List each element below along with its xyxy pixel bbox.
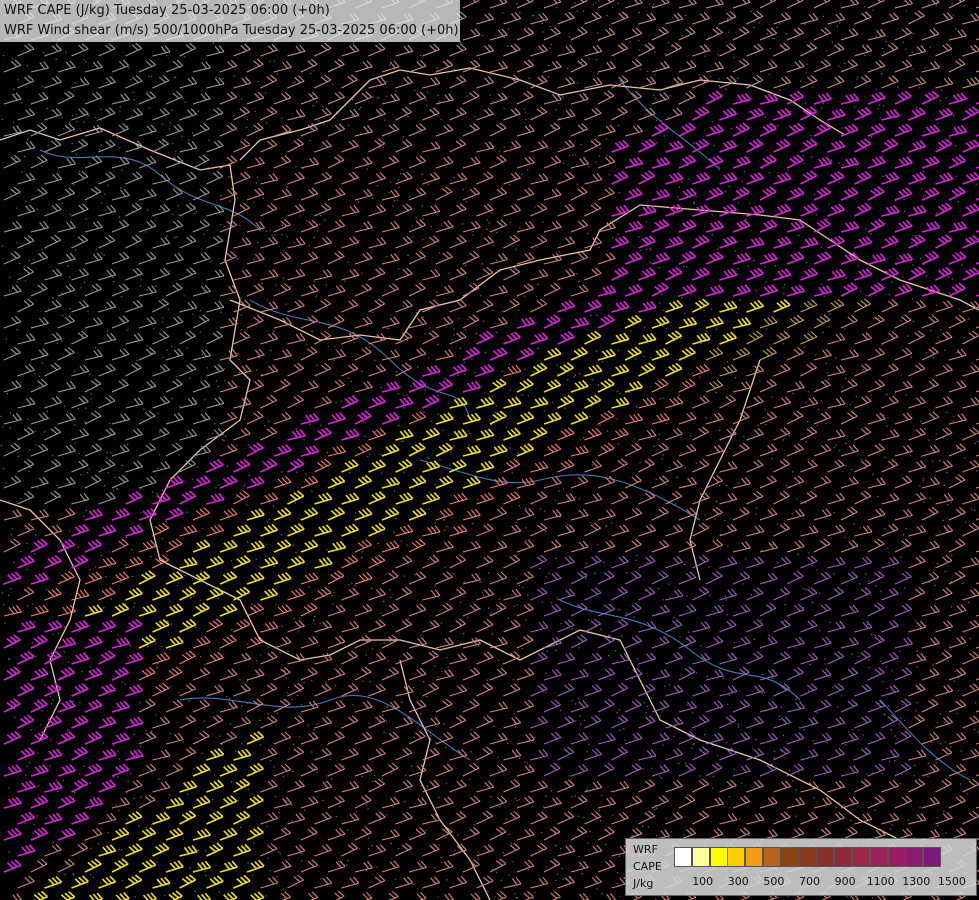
legend-tick-label: 1100 bbox=[866, 875, 895, 888]
cape-legend: WRF CAPE J/kg 100 300 500 700 900 1100 1300 150… bbox=[625, 838, 977, 896]
legend-tick-label: 100 bbox=[692, 875, 714, 888]
wind-shear-title: WRF Wind shear (m/s) 500/1000hPa Tuesday… bbox=[4, 23, 459, 38]
legend-swatch bbox=[887, 847, 906, 867]
legend-swatch bbox=[905, 847, 924, 867]
legend-tick-label: 900 bbox=[834, 875, 856, 888]
legend-swatch bbox=[798, 847, 817, 867]
legend-tick-label: 1300 bbox=[902, 875, 931, 888]
weather-map bbox=[0, 0, 979, 900]
legend-swatch bbox=[763, 847, 781, 867]
legend-tick-label: 1500 bbox=[937, 875, 966, 888]
legend-swatch bbox=[674, 847, 692, 867]
legend-swatch bbox=[745, 847, 764, 867]
legend-tick-label: 700 bbox=[799, 875, 820, 888]
legend-swatch bbox=[834, 847, 853, 867]
legend-swatch bbox=[852, 847, 870, 867]
map-title-box: WRF CAPE (J/kg) Tuesday 25-03-2025 06:00… bbox=[0, 0, 460, 42]
legend-tick-label: 300 bbox=[727, 875, 749, 888]
legend-name-line: J/kg bbox=[633, 877, 654, 890]
legend-swatch bbox=[727, 847, 746, 867]
legend-tick-label: 500 bbox=[763, 875, 785, 888]
legend-swatch bbox=[869, 847, 888, 867]
legend-swatch bbox=[923, 847, 942, 867]
legend-swatch bbox=[816, 847, 835, 867]
legend-swatch bbox=[709, 847, 728, 867]
legend-name-line: WRF bbox=[633, 843, 658, 856]
legend-swatch bbox=[691, 847, 710, 867]
cape-title: WRF CAPE (J/kg) Tuesday 25-03-2025 06:00… bbox=[4, 3, 330, 18]
legend-name-line: CAPE bbox=[633, 860, 662, 873]
legend-swatch bbox=[780, 847, 799, 867]
